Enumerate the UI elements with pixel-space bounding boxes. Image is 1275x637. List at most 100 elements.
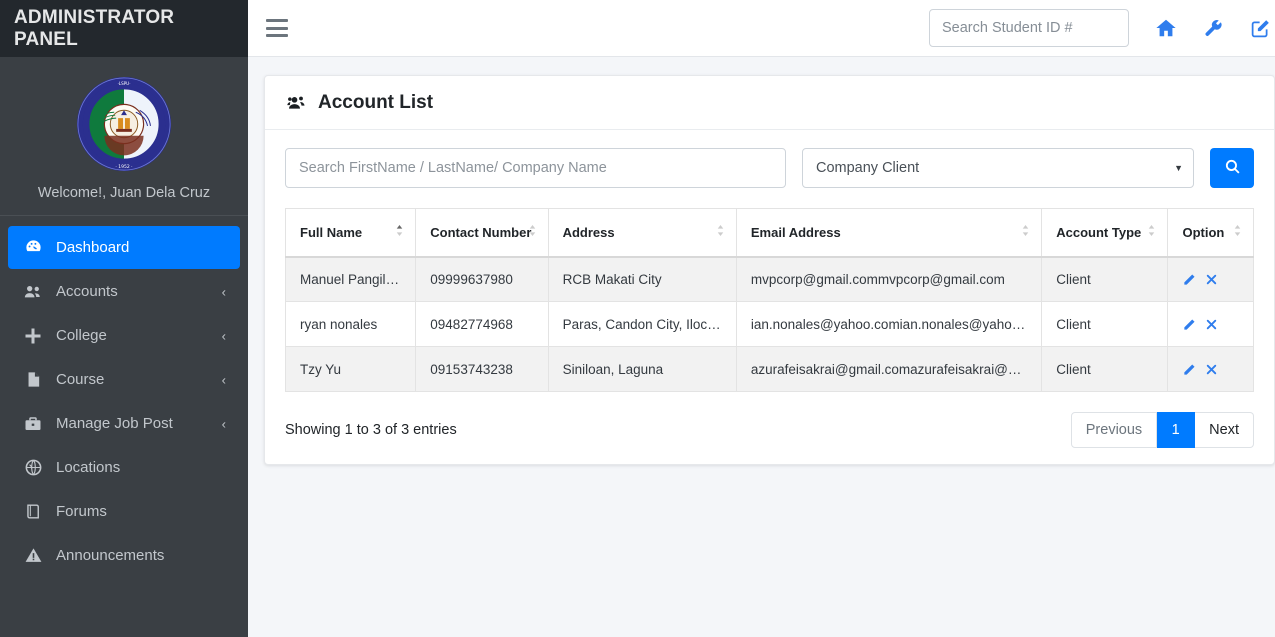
column-label: Email Address bbox=[750, 224, 841, 240]
table-row: ryan nonales 09482774968 Paras, Candon C… bbox=[284, 301, 1254, 347]
account-type-select[interactable]: Company Client bbox=[802, 148, 1194, 188]
cell-option bbox=[1167, 256, 1254, 302]
column-header-email-address[interactable]: Email Address bbox=[735, 208, 1043, 258]
delete-x-icon[interactable] bbox=[1205, 273, 1218, 286]
page-title: Account List bbox=[318, 91, 434, 113]
sidebar-item-manage-job-post[interactable]: Manage Job Post ‹ bbox=[8, 402, 240, 445]
cell-address: Paras, Candon City, Ilocos Sur bbox=[547, 301, 737, 347]
sidebar-item-accounts[interactable]: Accounts ‹ bbox=[8, 270, 240, 313]
sidebar-user-block: ·LSPU· · 1952 · Welcome!, Juan Dela Cruz bbox=[0, 57, 248, 216]
column-header-full-name[interactable]: Full Name bbox=[284, 208, 417, 258]
column-label: Contact Number bbox=[430, 224, 532, 240]
chevron-left-icon: ‹ bbox=[221, 284, 226, 299]
sort-ascending-icon bbox=[394, 224, 405, 240]
pagination: Previous 1 Next bbox=[1070, 412, 1254, 448]
book-icon bbox=[20, 502, 46, 522]
column-header-contact-number[interactable]: Contact Number bbox=[415, 208, 549, 258]
sidebar-item-label: Dashboard bbox=[56, 239, 130, 256]
column-label: Address bbox=[562, 224, 615, 240]
cell-email: ian.nonales@yahoo.comian.nonales@yahoo.c… bbox=[735, 301, 1043, 347]
filter-row: Company Client ▼ bbox=[285, 148, 1254, 188]
cell-full-name: Tzy Yu bbox=[284, 346, 417, 392]
sidebar-item-course[interactable]: Course ‹ bbox=[8, 358, 240, 401]
table-body: Manuel Pangilinan 09999637980 RCB Makati… bbox=[284, 256, 1254, 392]
account-list-card: Account List Company Client ▼ bbox=[264, 75, 1275, 465]
welcome-message: Welcome!, Juan Dela Cruz bbox=[37, 185, 211, 201]
cell-contact-number: 09999637980 bbox=[415, 256, 549, 302]
search-student-id-input[interactable] bbox=[929, 9, 1129, 47]
chevron-left-icon: ‹ bbox=[221, 328, 226, 343]
sidebar-item-label: Forums bbox=[56, 503, 107, 520]
search-button[interactable] bbox=[1210, 148, 1254, 188]
column-label: Account Type bbox=[1056, 224, 1142, 240]
pagination-previous-button[interactable]: Previous bbox=[1070, 412, 1158, 448]
pen-to-square-icon[interactable] bbox=[1250, 18, 1271, 39]
pagination-next-button[interactable]: Next bbox=[1195, 412, 1254, 448]
table-header-row: Full Name Contact Number Address Email A… bbox=[284, 208, 1254, 258]
sidebar-item-label: Announcements bbox=[56, 547, 165, 564]
file-icon bbox=[20, 370, 46, 390]
column-label: Option bbox=[1182, 224, 1225, 240]
table-head: Full Name Contact Number Address Email A… bbox=[284, 208, 1254, 258]
users-group-icon bbox=[285, 93, 309, 113]
sidebar-item-college[interactable]: College ‹ bbox=[8, 314, 240, 357]
column-header-account-type[interactable]: Account Type bbox=[1041, 208, 1169, 258]
hamburger-icon[interactable] bbox=[266, 19, 288, 37]
globe-icon bbox=[20, 458, 46, 478]
column-header-option[interactable]: Option bbox=[1167, 208, 1254, 258]
table-row: Manuel Pangilinan 09999637980 RCB Makati… bbox=[284, 256, 1254, 302]
sidebar-item-dashboard[interactable]: Dashboard bbox=[8, 226, 240, 269]
delete-x-icon[interactable] bbox=[1205, 318, 1218, 331]
users-icon bbox=[20, 282, 46, 302]
sidebar-item-forums[interactable]: Forums bbox=[8, 490, 240, 533]
sidebar-item-label: Course bbox=[56, 371, 105, 388]
sidebar-item-label: Manage Job Post bbox=[56, 415, 173, 432]
sort-icon bbox=[1232, 224, 1243, 240]
chevron-left-icon: ‹ bbox=[221, 416, 226, 431]
pagination-page-1-button[interactable]: 1 bbox=[1157, 412, 1196, 448]
sidebar-item-label: Accounts bbox=[56, 283, 118, 300]
search-icon bbox=[1224, 158, 1241, 178]
cell-address: RCB Makati City bbox=[547, 256, 737, 302]
svg-text:·LSPU·: ·LSPU· bbox=[118, 81, 131, 86]
accounts-table: Full Name Contact Number Address Email A… bbox=[284, 208, 1254, 392]
cell-option bbox=[1167, 301, 1254, 347]
edit-pencil-icon[interactable] bbox=[1182, 363, 1196, 377]
sort-icon bbox=[1020, 224, 1031, 240]
topbar bbox=[248, 0, 1275, 57]
sidebar-item-announcements[interactable]: Announcements bbox=[8, 534, 240, 577]
sidebar-nav: Dashboard Accounts ‹ College ‹ Course ‹ … bbox=[0, 216, 248, 577]
sort-icon bbox=[1146, 224, 1157, 240]
sort-icon bbox=[715, 224, 726, 240]
entries-count-label: Showing 1 to 3 of 3 entries bbox=[285, 422, 457, 438]
cell-email: mvpcorp@gmail.commvpcorp@gmail.com bbox=[735, 256, 1043, 302]
cell-contact-number: 09153743238 bbox=[415, 346, 549, 392]
sidebar-brand-label: ADMINISTRATOR PANEL bbox=[14, 6, 175, 50]
column-header-address[interactable]: Address bbox=[547, 208, 737, 258]
delete-x-icon[interactable] bbox=[1205, 363, 1218, 376]
dashboard-icon bbox=[20, 238, 46, 258]
account-type-select-wrapper: Company Client ▼ bbox=[802, 148, 1194, 188]
cell-full-name: Manuel Pangilinan bbox=[284, 256, 417, 302]
sidebar-item-label: College bbox=[56, 327, 107, 344]
cell-address: Siniloan, Laguna bbox=[547, 346, 737, 392]
warning-icon bbox=[20, 546, 46, 566]
sidebar: ADMINISTRATOR PANEL ·LSPU· · 1952 · Welc… bbox=[0, 0, 248, 637]
column-label: Full Name bbox=[300, 224, 363, 240]
main-area: Account List Company Client ▼ bbox=[248, 0, 1275, 637]
search-name-input[interactable] bbox=[285, 148, 786, 188]
table-row: Tzy Yu 09153743238 Siniloan, Laguna azur… bbox=[284, 346, 1254, 392]
cell-account-type: Client bbox=[1041, 256, 1169, 302]
sort-icon bbox=[527, 224, 538, 240]
svg-text:· 1952 ·: · 1952 · bbox=[115, 164, 132, 170]
admin-panel-page: ADMINISTRATOR PANEL ·LSPU· · 1952 · Welc… bbox=[0, 0, 1275, 637]
plus-icon bbox=[20, 326, 46, 346]
content-area: Account List Company Client ▼ bbox=[248, 57, 1275, 637]
home-icon[interactable] bbox=[1155, 17, 1177, 39]
wrench-icon[interactable] bbox=[1203, 18, 1224, 39]
edit-pencil-icon[interactable] bbox=[1182, 273, 1196, 287]
sidebar-brand[interactable]: ADMINISTRATOR PANEL bbox=[0, 0, 248, 57]
sidebar-item-locations[interactable]: Locations bbox=[8, 446, 240, 489]
edit-pencil-icon[interactable] bbox=[1182, 318, 1196, 332]
briefcase-icon bbox=[20, 414, 46, 434]
